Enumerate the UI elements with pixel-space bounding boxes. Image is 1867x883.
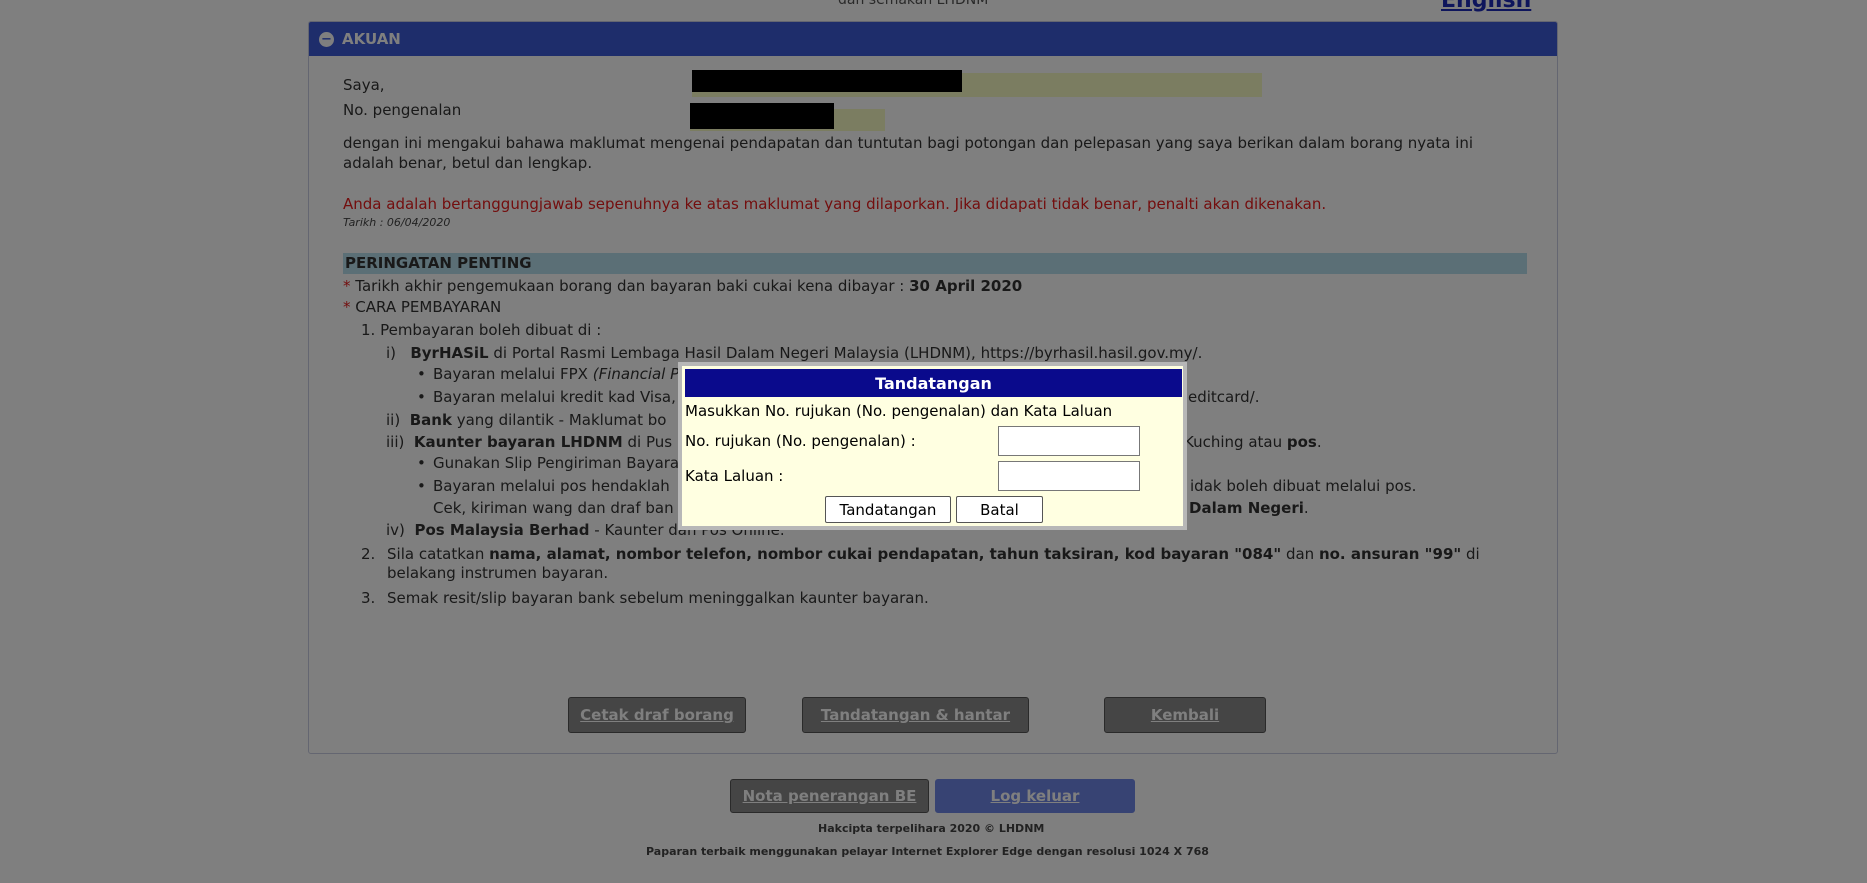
signature-dialog: Tandatangan Masukkan No. rujukan (No. pe… bbox=[678, 362, 1187, 530]
ref-label: No. rujukan (No. pengenalan) : bbox=[685, 432, 916, 450]
dialog-title: Tandatangan bbox=[685, 369, 1182, 397]
ref-input[interactable] bbox=[998, 426, 1140, 456]
password-input[interactable] bbox=[998, 461, 1140, 491]
dialog-cancel-button[interactable]: Batal bbox=[956, 496, 1043, 523]
password-label: Kata Laluan : bbox=[685, 467, 784, 485]
dialog-instruction: Masukkan No. rujukan (No. pengenalan) da… bbox=[685, 402, 1113, 420]
dialog-sign-button[interactable]: Tandatangan bbox=[825, 496, 951, 523]
